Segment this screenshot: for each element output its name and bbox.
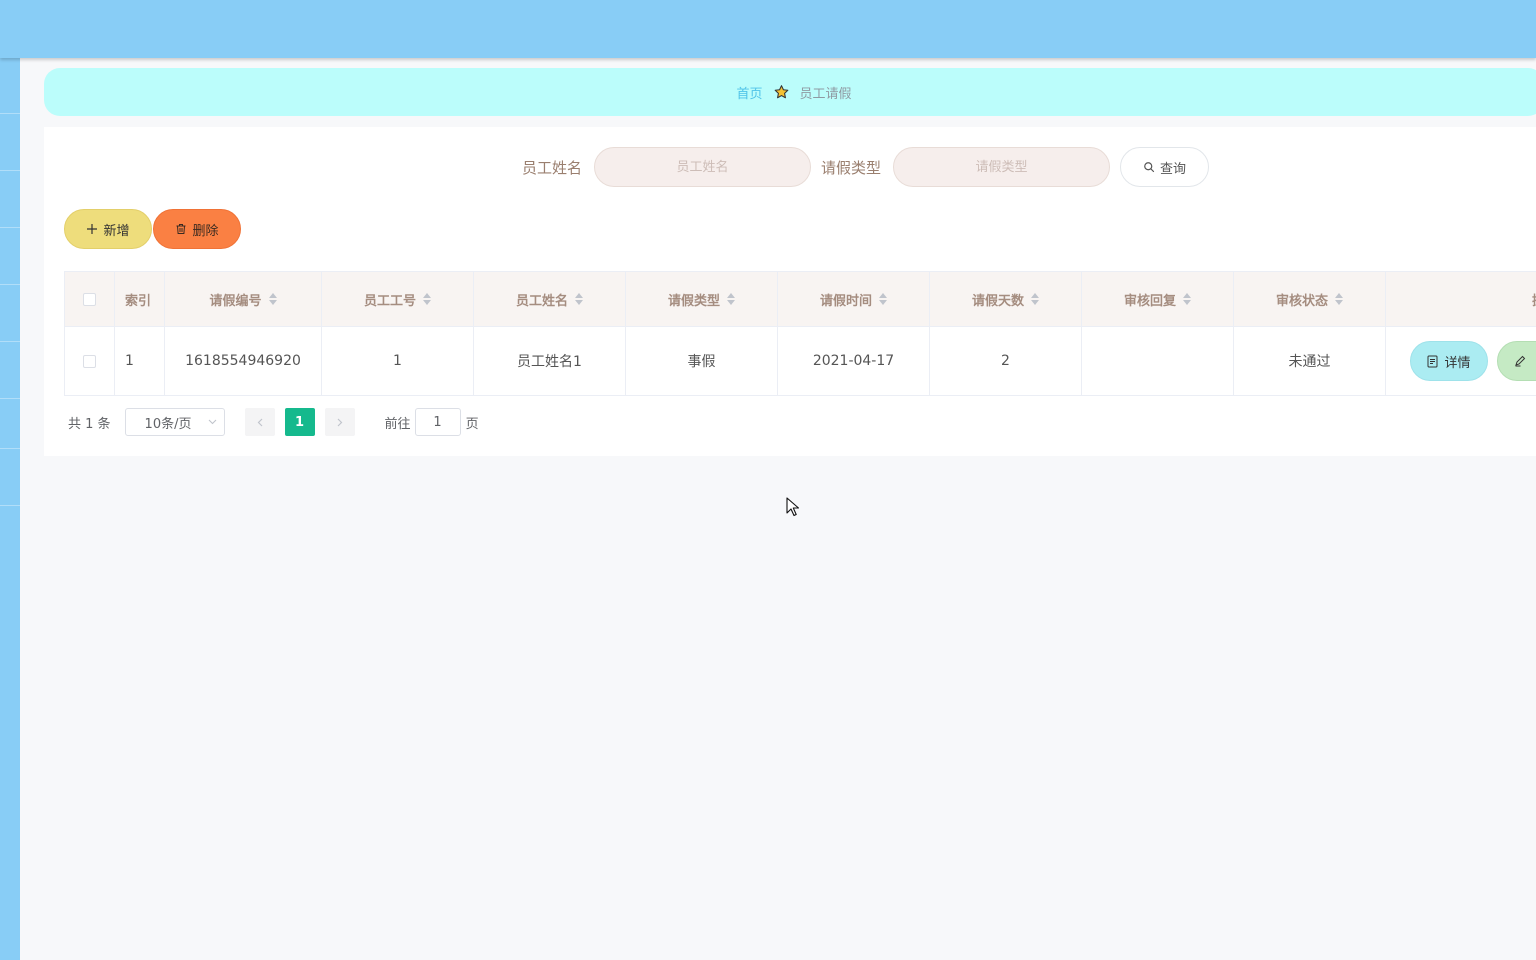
header-label: 请假类型 xyxy=(667,293,720,309)
query-button-label: 查询 xyxy=(1160,161,1187,177)
sidebar-divider xyxy=(0,341,20,342)
chevron-right-icon xyxy=(337,418,342,426)
page-size-value: 10条/页 xyxy=(144,416,192,432)
add-button-label: 新增 xyxy=(103,223,130,239)
detail-button-label: 详情 xyxy=(1444,355,1471,371)
column-header-leave-no[interactable]: 请假编号 xyxy=(165,272,322,327)
employee-name-label: 员工姓名 xyxy=(522,158,583,177)
cell-index: 1 xyxy=(115,327,165,396)
column-header-index: 索引 xyxy=(115,272,165,327)
query-button[interactable]: 查询 xyxy=(1120,147,1210,187)
column-header-emp-name[interactable]: 员工姓名 xyxy=(474,272,626,327)
header-label: 员工工号 xyxy=(363,293,416,309)
sort-caret-icon[interactable] xyxy=(575,293,583,305)
goto-label: 前往 xyxy=(384,416,411,432)
edit-button[interactable] xyxy=(1497,341,1536,381)
sort-caret-icon[interactable] xyxy=(1031,293,1039,305)
sidebar xyxy=(0,58,20,960)
header-label: 请假时间 xyxy=(819,293,872,309)
header-label: 审核回复 xyxy=(1123,293,1176,309)
sidebar-divider xyxy=(0,170,20,171)
cell-leave-days: 2 xyxy=(930,327,1082,396)
prev-page-button[interactable] xyxy=(244,408,275,436)
column-header-review-reply[interactable]: 审核回复 xyxy=(1082,272,1234,327)
page-suffix: 页 xyxy=(465,416,479,432)
table-row: 1 1618554946920 1 员工姓名1 事假 2021-04-17 2 … xyxy=(65,327,1536,396)
next-page-button[interactable] xyxy=(324,408,355,436)
page-size-select[interactable]: 10条/页 xyxy=(124,408,225,436)
sort-caret-icon[interactable] xyxy=(1335,293,1343,305)
sidebar-divider xyxy=(0,227,20,228)
row-checkbox[interactable] xyxy=(83,354,96,368)
content-panel: 员工姓名 请假类型 查询 新增 删除 索引 请假编号 员工工号 员工姓名 请假类… xyxy=(44,127,1536,456)
top-header-bar xyxy=(0,0,1536,58)
column-header-leave-date[interactable]: 请假时间 xyxy=(778,272,930,327)
sidebar-divider xyxy=(0,284,20,285)
plus-icon xyxy=(87,224,98,234)
sidebar-divider xyxy=(0,113,20,114)
pagination: 共 1 条 10条/页 1 前往 页 xyxy=(68,408,479,436)
trash-icon xyxy=(176,224,186,234)
sidebar-divider xyxy=(0,505,20,506)
delete-button-label: 删除 xyxy=(192,223,219,239)
header-label: 审核状态 xyxy=(1275,293,1328,309)
sort-caret-icon[interactable] xyxy=(879,293,887,305)
header-label: 员工姓名 xyxy=(515,293,568,309)
cell-emp-name: 员工姓名1 xyxy=(474,327,626,396)
breadcrumb: 首页 员工请假 xyxy=(44,68,1536,116)
breadcrumb-current: 员工请假 xyxy=(799,86,852,102)
chevron-left-icon xyxy=(257,418,262,426)
cell-leave-date: 2021-04-17 xyxy=(778,327,930,396)
search-icon xyxy=(1144,162,1155,173)
employee-name-input[interactable] xyxy=(594,147,812,187)
breadcrumb-home-link[interactable]: 首页 xyxy=(736,83,762,102)
page-number-1[interactable]: 1 xyxy=(284,408,315,436)
document-icon xyxy=(1427,355,1438,367)
header-label: 操 xyxy=(1532,290,1536,309)
sort-caret-icon[interactable] xyxy=(423,293,431,305)
mouse-cursor-icon xyxy=(786,497,800,521)
cell-leave-no: 1618554946920 xyxy=(165,327,322,396)
header-label: 索引 xyxy=(125,293,152,309)
table-header-row: 索引 请假编号 员工工号 员工姓名 请假类型 请假时间 请假天数 审核回复 审核… xyxy=(65,272,1536,327)
cell-review-reply xyxy=(1082,327,1234,396)
goto-page-input[interactable] xyxy=(414,408,461,436)
select-all-checkbox[interactable] xyxy=(83,292,96,306)
header-label: 请假天数 xyxy=(971,293,1024,309)
row-select-cell xyxy=(65,327,115,396)
cell-emp-no: 1 xyxy=(322,327,474,396)
detail-button[interactable]: 详情 xyxy=(1410,341,1488,381)
header-label: 请假编号 xyxy=(209,293,262,309)
leave-type-input[interactable] xyxy=(893,147,1111,187)
column-header-leave-type[interactable]: 请假类型 xyxy=(626,272,778,327)
select-all-cell xyxy=(65,272,115,327)
leave-type-label: 请假类型 xyxy=(821,158,882,177)
total-count: 共 1 条 xyxy=(68,416,111,432)
chevron-down-icon xyxy=(208,419,216,425)
column-header-actions: 操 xyxy=(1386,272,1536,327)
sort-caret-icon[interactable] xyxy=(268,293,277,305)
cell-review-status: 未通过 xyxy=(1234,327,1386,396)
action-toolbar: 新增 删除 xyxy=(64,209,241,249)
column-header-review-status[interactable]: 审核状态 xyxy=(1234,272,1386,327)
sidebar-divider xyxy=(0,448,20,449)
leave-table: 索引 请假编号 员工工号 员工姓名 请假类型 请假时间 请假天数 审核回复 审核… xyxy=(64,271,1536,396)
sort-caret-icon[interactable] xyxy=(727,293,735,305)
add-button[interactable]: 新增 xyxy=(64,209,152,249)
column-header-leave-days[interactable]: 请假天数 xyxy=(930,272,1082,327)
search-form: 员工姓名 请假类型 查询 xyxy=(522,147,1210,187)
sort-caret-icon[interactable] xyxy=(1183,293,1191,305)
column-header-emp-no[interactable]: 员工工号 xyxy=(322,272,474,327)
cell-leave-type: 事假 xyxy=(626,327,778,396)
edit-pencil-icon xyxy=(1515,355,1526,367)
cell-actions: 详情 xyxy=(1386,327,1536,396)
delete-button[interactable]: 删除 xyxy=(153,209,241,249)
star-icon xyxy=(773,84,790,100)
sidebar-divider xyxy=(0,398,20,399)
